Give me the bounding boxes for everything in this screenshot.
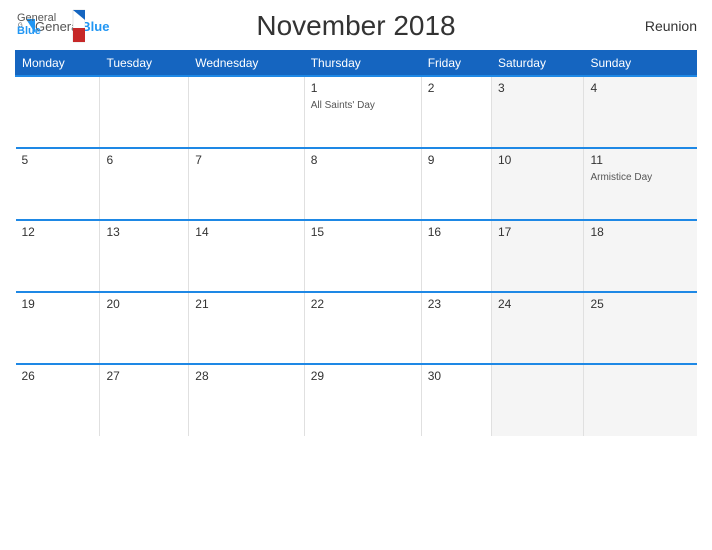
day-number: 14: [195, 225, 297, 239]
day-number: 4: [590, 81, 690, 95]
day-number: 22: [311, 297, 415, 311]
generalblue-logo: General Blue: [15, 8, 85, 44]
calendar-cell: 9: [421, 148, 491, 220]
col-tuesday: Tuesday: [100, 51, 189, 77]
calendar-header: G General Blue General Blue November 201…: [15, 10, 697, 42]
day-number: 25: [590, 297, 690, 311]
col-thursday: Thursday: [304, 51, 421, 77]
col-friday: Friday: [421, 51, 491, 77]
svg-text:General: General: [17, 12, 56, 24]
day-number: 20: [106, 297, 182, 311]
day-number: 12: [22, 225, 94, 239]
calendar-table: Monday Tuesday Wednesday Thursday Friday…: [15, 50, 697, 436]
day-number: 29: [311, 369, 415, 383]
calendar-cell: 10: [491, 148, 584, 220]
calendar-cell: 11 Armistice Day: [584, 148, 697, 220]
calendar-cell: 7: [189, 148, 304, 220]
col-wednesday: Wednesday: [189, 51, 304, 77]
calendar-cell: 14: [189, 220, 304, 292]
col-sunday: Sunday: [584, 51, 697, 77]
day-number: 3: [498, 81, 578, 95]
calendar-cell: 17: [491, 220, 584, 292]
col-saturday: Saturday: [491, 51, 584, 77]
day-number: 7: [195, 153, 297, 167]
calendar-week-4: 19 20 21 22 23 24 25: [16, 292, 697, 364]
day-number: 2: [428, 81, 485, 95]
calendar-cell: 30: [421, 364, 491, 436]
day-number: 16: [428, 225, 485, 239]
col-monday: Monday: [16, 51, 100, 77]
calendar-cell: [189, 76, 304, 148]
day-number: 28: [195, 369, 297, 383]
calendar-week-2: 56789 10 11 Armistice Day: [16, 148, 697, 220]
calendar-header-row: Monday Tuesday Wednesday Thursday Friday…: [16, 51, 697, 77]
day-number: 27: [106, 369, 182, 383]
calendar-cell: [16, 76, 100, 148]
calendar-cell: 24: [491, 292, 584, 364]
day-number: 13: [106, 225, 182, 239]
region-label: Reunion: [645, 18, 697, 34]
calendar-cell: 25: [584, 292, 697, 364]
calendar-cell: [491, 364, 584, 436]
day-number: 15: [311, 225, 415, 239]
day-number: 17: [498, 225, 578, 239]
day-number: 8: [311, 153, 415, 167]
calendar-cell: 18: [584, 220, 697, 292]
day-number: 30: [428, 369, 485, 383]
calendar-cell: 4: [584, 76, 697, 148]
calendar-cell: 29: [304, 364, 421, 436]
calendar-cell: 19: [16, 292, 100, 364]
calendar-cell: 2: [421, 76, 491, 148]
holiday-label: Armistice Day: [590, 172, 652, 183]
logo-container: General Blue: [15, 8, 85, 44]
calendar-cell: 16: [421, 220, 491, 292]
calendar-cell: 21: [189, 292, 304, 364]
calendar-cell: 1 All Saints' Day: [304, 76, 421, 148]
day-number: 19: [22, 297, 94, 311]
day-number: 24: [498, 297, 578, 311]
calendar-cell: 12: [16, 220, 100, 292]
calendar-cell: 5: [16, 148, 100, 220]
day-number: 26: [22, 369, 94, 383]
day-number: 6: [106, 153, 182, 167]
day-number: 23: [428, 297, 485, 311]
day-number: 5: [22, 153, 94, 167]
day-number: 11: [590, 153, 690, 167]
calendar-cell: 3: [491, 76, 584, 148]
calendar-cell: 15: [304, 220, 421, 292]
calendar-cell: [100, 76, 189, 148]
calendar-cell: 28: [189, 364, 304, 436]
day-number: 10: [498, 153, 578, 167]
logo-blue: Blue: [81, 19, 109, 34]
calendar-cell: 27: [100, 364, 189, 436]
calendar-cell: 26: [16, 364, 100, 436]
calendar-cell: 23: [421, 292, 491, 364]
day-number: 1: [311, 81, 415, 95]
calendar-cell: 22: [304, 292, 421, 364]
day-number: 21: [195, 297, 297, 311]
calendar-week-5: 26 27 28 29 30: [16, 364, 697, 436]
day-number: 18: [590, 225, 690, 239]
calendar-cell: 20: [100, 292, 189, 364]
calendar-cell: [584, 364, 697, 436]
holiday-label: All Saints' Day: [311, 100, 375, 111]
svg-text:Blue: Blue: [17, 25, 41, 37]
calendar-cell: 8: [304, 148, 421, 220]
calendar-cell: 13: [100, 220, 189, 292]
calendar-week-1: 1 All Saints' Day 234: [16, 76, 697, 148]
page-title: November 2018: [256, 10, 455, 42]
calendar-page: G General Blue General Blue November 201…: [0, 0, 712, 550]
day-number: 9: [428, 153, 485, 167]
calendar-week-3: 12 13 14 15 16 17 18: [16, 220, 697, 292]
calendar-cell: 6: [100, 148, 189, 220]
